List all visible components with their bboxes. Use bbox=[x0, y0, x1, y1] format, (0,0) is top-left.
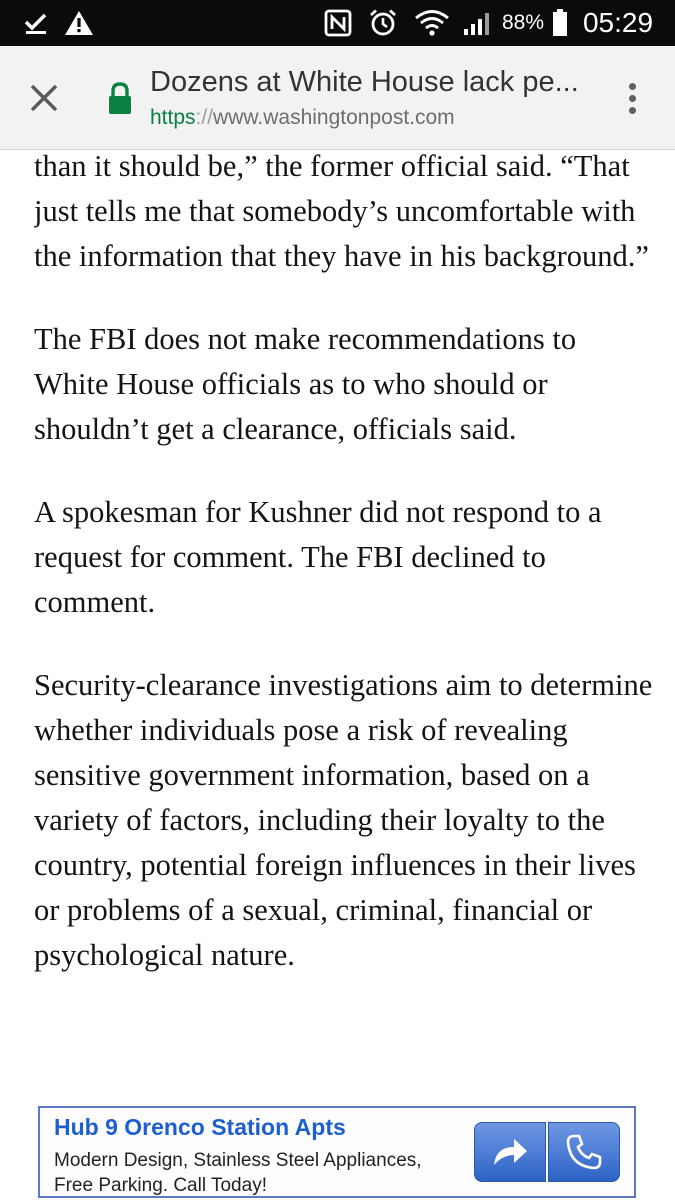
battery-percent: 88% bbox=[501, 11, 545, 34]
ad-banner-area: Hub 9 Orenco Station Apts Modern Design,… bbox=[0, 1100, 675, 1200]
overflow-menu-icon[interactable] bbox=[612, 74, 652, 122]
close-icon[interactable] bbox=[22, 76, 66, 120]
download-done-icon bbox=[20, 0, 52, 46]
url-bar[interactable]: https://www.washingtonpost.com bbox=[150, 106, 455, 130]
nfc-icon bbox=[322, 0, 354, 46]
wifi-icon bbox=[412, 0, 452, 46]
directions-arrow-icon[interactable] bbox=[474, 1122, 546, 1182]
browser-toolbar: Dozens at White House lack pe... https:/… bbox=[0, 46, 675, 150]
alarm-icon bbox=[366, 0, 400, 46]
phone-icon[interactable] bbox=[548, 1122, 620, 1182]
page-title[interactable]: Dozens at White House lack pe... bbox=[150, 66, 590, 99]
article-body: than it should be,” the former official … bbox=[34, 150, 654, 1100]
article-paragraph: A spokesman for Kushner did not respond … bbox=[34, 495, 602, 619]
warning-icon bbox=[62, 0, 96, 46]
battery-icon bbox=[548, 0, 572, 46]
article-paragraph: The FBI does not make recommendations to… bbox=[34, 322, 577, 446]
url-separator: :// bbox=[195, 106, 214, 129]
signal-icon bbox=[460, 0, 494, 46]
article-paragraph: than it should be,” the former official … bbox=[34, 150, 649, 273]
status-bar: 88% 05:29 bbox=[0, 0, 675, 46]
ad-banner[interactable]: Hub 9 Orenco Station Apts Modern Design,… bbox=[38, 1106, 636, 1198]
url-scheme: https bbox=[150, 106, 196, 129]
clock: 05:29 bbox=[582, 7, 654, 38]
ad-title[interactable]: Hub 9 Orenco Station Apts bbox=[54, 1114, 346, 1141]
lock-icon[interactable] bbox=[106, 82, 134, 116]
ad-body[interactable]: Modern Design, Stainless Steel Appliance… bbox=[54, 1148, 464, 1198]
url-host: www.washingtonpost.com bbox=[213, 106, 455, 129]
article-paragraph: Security-clearance investigations aim to… bbox=[34, 668, 653, 972]
